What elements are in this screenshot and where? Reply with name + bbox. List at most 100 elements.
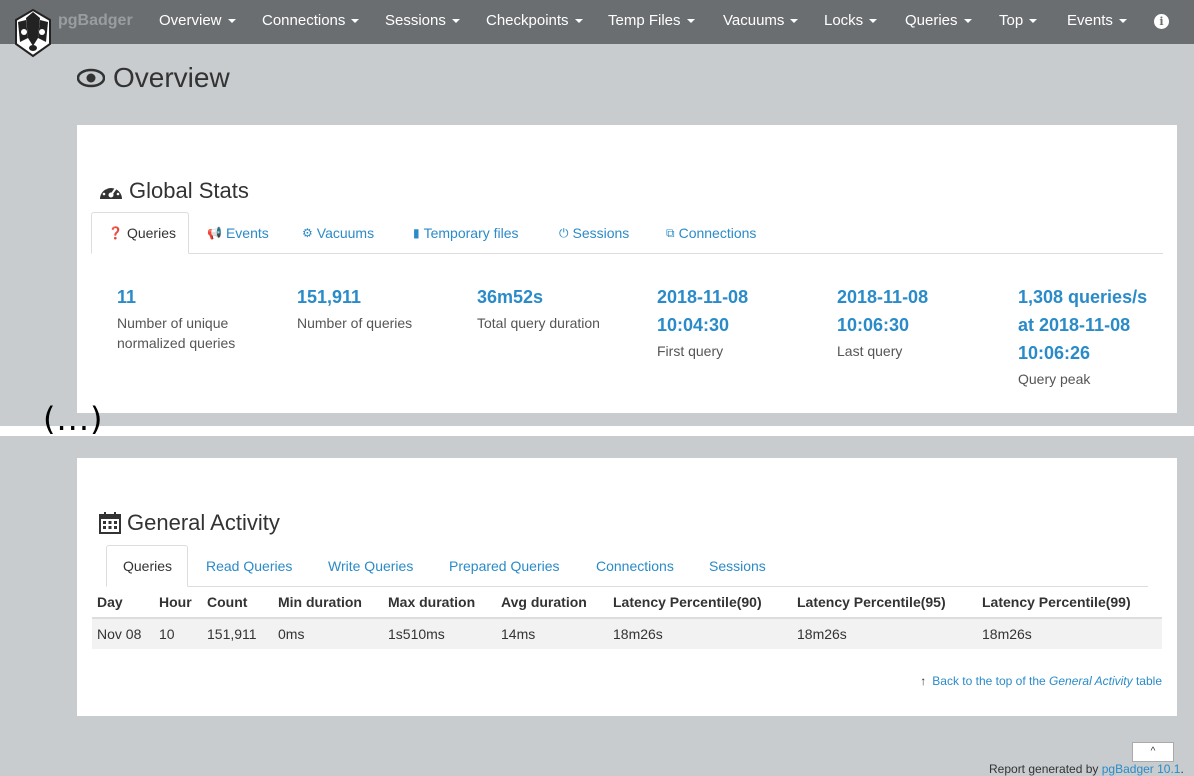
nav-temp-files[interactable]: Temp Files bbox=[608, 12, 695, 29]
column-header-hour[interactable]: Hour bbox=[154, 586, 202, 619]
stat-value: 36m52s bbox=[477, 287, 544, 307]
pgbadger-link[interactable]: pgBadger 10.1 bbox=[1102, 762, 1181, 776]
info-circle-icon[interactable]: i bbox=[1154, 14, 1169, 29]
global-stats-heading: Global Stats bbox=[99, 178, 249, 204]
nav-temp-files-label[interactable]: Temp Files bbox=[608, 12, 681, 29]
tab-connections[interactable]: ⧉ Connections bbox=[650, 212, 772, 254]
back-link-suffix[interactable]: table bbox=[1133, 674, 1162, 688]
nav-sessions-label[interactable]: Sessions bbox=[385, 12, 446, 29]
column-header-day[interactable]: Day bbox=[92, 586, 154, 619]
tab-activity-connections[interactable]: Connections bbox=[580, 545, 690, 587]
nav-overview-label[interactable]: Overview bbox=[159, 12, 222, 29]
stat-unique-queries: 11 Number of unique normalized queries bbox=[117, 283, 267, 353]
back-link-emphasis[interactable]: General Activity bbox=[1049, 674, 1133, 688]
column-header-min-duration[interactable]: Min duration bbox=[273, 586, 383, 619]
nav-top-label[interactable]: Top bbox=[999, 12, 1023, 29]
nav-sessions[interactable]: Sessions bbox=[385, 12, 460, 29]
table-cell: 10 bbox=[154, 618, 202, 649]
stat-label: First query bbox=[657, 343, 724, 359]
back-link-prefix[interactable]: Back to the top of the bbox=[932, 674, 1049, 688]
power-icon: ⏻ bbox=[559, 225, 569, 240]
page-title: Overview bbox=[77, 62, 230, 94]
nav-events[interactable]: Events bbox=[1067, 12, 1127, 29]
tab-events-label[interactable]: Events bbox=[226, 225, 269, 241]
nav-connections[interactable]: Connections bbox=[262, 12, 360, 29]
tab-sessions[interactable]: ⏻ Sessions bbox=[543, 212, 645, 254]
stat-value: 1,308 queries/s at 2018-11-08 10:06:26 bbox=[1018, 287, 1148, 363]
footer-prefix: Report generated by bbox=[989, 762, 1102, 776]
tab-vacuums-label[interactable]: Vacuums bbox=[317, 225, 374, 241]
stat-label: Number of unique normalized queries bbox=[117, 315, 236, 351]
tab-temporary-files[interactable]: ▮ Temporary files bbox=[397, 212, 535, 254]
global-stats-tabs: ❓ Queries 📢 Events ⚙ Vacuums ▮ Temporary fil… bbox=[91, 212, 1163, 254]
caret-down-icon bbox=[686, 18, 695, 23]
nav-locks-label[interactable]: Locks bbox=[824, 12, 863, 29]
elided-content-band bbox=[0, 426, 1194, 436]
question-circle-icon: ❓ bbox=[108, 226, 123, 240]
tab-read-queries[interactable]: Read Queries bbox=[190, 545, 308, 587]
nav-checkpoints-label[interactable]: Checkpoints bbox=[486, 12, 569, 29]
brand-name[interactable]: pgBadger bbox=[58, 12, 133, 30]
column-header-avg-duration[interactable]: Avg duration bbox=[496, 586, 608, 619]
elided-content-marker: (...) bbox=[43, 400, 104, 438]
general-activity-title: General Activity bbox=[127, 510, 280, 535]
tab-prepared-queries[interactable]: Prepared Queries bbox=[433, 545, 576, 587]
tab-events[interactable]: 📢 Events bbox=[191, 212, 285, 254]
caret-down-icon bbox=[574, 18, 583, 23]
table-cell: 0ms bbox=[273, 618, 383, 649]
caret-down-icon bbox=[451, 18, 460, 23]
calendar-icon bbox=[99, 512, 121, 534]
nav-top[interactable]: Top bbox=[999, 12, 1038, 29]
tab-write-queries-label[interactable]: Write Queries bbox=[328, 558, 413, 574]
stat-label: Query peak bbox=[1018, 371, 1091, 387]
back-to-top-link[interactable]: ↑ Back to the top of the General Activity… bbox=[920, 674, 1162, 688]
table-cell: 18m26s bbox=[792, 618, 977, 649]
tab-queries-label[interactable]: Queries bbox=[127, 225, 176, 241]
nav-overview[interactable]: Overview bbox=[159, 12, 236, 29]
tab-connections-label[interactable]: Connections bbox=[679, 225, 757, 241]
stat-label: Total query duration bbox=[477, 315, 600, 331]
nav-vacuums-label[interactable]: Vacuums bbox=[723, 12, 784, 29]
caret-down-icon bbox=[351, 18, 360, 23]
tab-write-queries[interactable]: Write Queries bbox=[312, 545, 429, 587]
tab-read-queries-label[interactable]: Read Queries bbox=[206, 558, 292, 574]
column-header-latency-p95[interactable]: Latency Percentile(95) bbox=[792, 586, 977, 619]
column-header-latency-p99[interactable]: Latency Percentile(99) bbox=[977, 586, 1162, 619]
stat-value: 2018-11-08 10:04:30 bbox=[657, 287, 749, 335]
nav-checkpoints[interactable]: Checkpoints bbox=[486, 12, 583, 29]
stat-label: Number of queries bbox=[297, 315, 413, 331]
stat-label: Last query bbox=[837, 343, 903, 359]
column-header-max-duration[interactable]: Max duration bbox=[383, 586, 496, 619]
tab-prepared-queries-label[interactable]: Prepared Queries bbox=[449, 558, 560, 574]
nav-vacuums[interactable]: Vacuums bbox=[723, 12, 799, 29]
tab-temporary-files-label[interactable]: Temporary files bbox=[424, 225, 519, 241]
stat-value: 151,911 bbox=[297, 287, 362, 307]
badger-logo-icon bbox=[15, 8, 51, 58]
caret-down-icon bbox=[1118, 18, 1127, 23]
tab-queries[interactable]: ❓ Queries bbox=[91, 212, 189, 254]
nav-locks[interactable]: Locks bbox=[824, 12, 878, 29]
caret-down-icon bbox=[869, 18, 878, 23]
stat-number-of-queries: 151,911 Number of queries bbox=[297, 283, 447, 333]
tab-activity-connections-label[interactable]: Connections bbox=[596, 558, 674, 574]
dashboard-icon bbox=[100, 184, 122, 199]
column-header-latency-p90[interactable]: Latency Percentile(90) bbox=[608, 586, 792, 619]
tab-vacuums[interactable]: ⚙ Vacuums bbox=[286, 212, 390, 254]
tab-activity-queries[interactable]: Queries bbox=[106, 545, 188, 587]
nav-queries[interactable]: Queries bbox=[905, 12, 972, 29]
column-header-count[interactable]: Count bbox=[202, 586, 273, 619]
nav-events-label[interactable]: Events bbox=[1067, 12, 1113, 29]
tab-activity-sessions-label[interactable]: Sessions bbox=[709, 558, 766, 574]
general-activity-panel: General Activity Queries Read Queries Wr… bbox=[77, 458, 1177, 716]
stat-last-query: 2018-11-08 10:06:30 Last query bbox=[837, 283, 957, 361]
tab-sessions-label[interactable]: Sessions bbox=[573, 225, 630, 241]
scroll-to-top-button[interactable]: ^ bbox=[1132, 742, 1174, 762]
brand[interactable]: pgBadger bbox=[10, 8, 133, 58]
tab-activity-queries-label[interactable]: Queries bbox=[123, 558, 172, 574]
tab-activity-sessions[interactable]: Sessions bbox=[693, 545, 782, 587]
file-icon: ▮ bbox=[413, 226, 420, 240]
caret-down-icon bbox=[790, 18, 799, 23]
nav-connections-label[interactable]: Connections bbox=[262, 12, 345, 29]
global-stats-title: Global Stats bbox=[129, 178, 249, 203]
nav-queries-label[interactable]: Queries bbox=[905, 12, 958, 29]
